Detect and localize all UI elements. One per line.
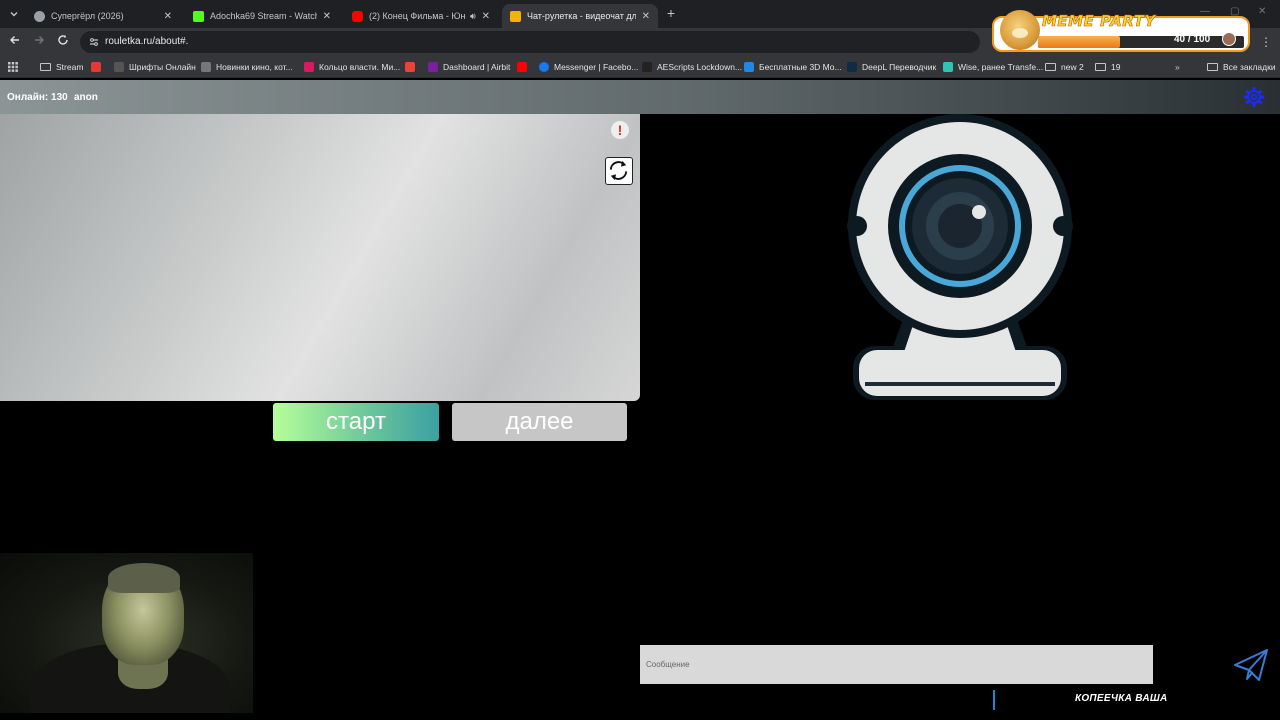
bookmark-folder-new2[interactable]: new 2 xyxy=(1045,60,1084,74)
folder-icon xyxy=(1045,63,1056,71)
bookmark-aescripts[interactable]: AEScripts Lockdown... xyxy=(642,60,742,74)
fonts-site-icon xyxy=(114,62,124,72)
bookmark-deepl[interactable]: DeepL Переводчик xyxy=(847,60,936,74)
meme-progress-fill xyxy=(1038,36,1120,48)
3d-site-icon xyxy=(744,62,754,72)
movies-site-icon xyxy=(201,62,211,72)
youtube-icon xyxy=(517,62,527,72)
bookmark-movies[interactable]: Новинки кино, кот... xyxy=(201,60,293,74)
donation-text: КОПЕЕЧКА ВАША xyxy=(1075,693,1168,704)
close-tab-icon[interactable]: ✕ xyxy=(482,11,490,22)
chat-roulette-icon xyxy=(510,10,521,22)
close-tab-icon[interactable]: ✕ xyxy=(164,11,172,22)
tab-search-chevron-icon[interactable] xyxy=(4,4,24,24)
kick-icon xyxy=(193,10,204,22)
person-hair xyxy=(108,563,180,593)
start-button[interactable]: старт xyxy=(273,403,439,441)
browser-tab-1[interactable]: Супергёрл (2026) ✕ xyxy=(26,4,180,28)
all-bookmarks[interactable]: Все закладки xyxy=(1207,60,1276,74)
close-window-icon[interactable]: ✕ xyxy=(1258,6,1266,17)
webcam-icon xyxy=(847,114,1073,400)
gmail-icon xyxy=(405,62,415,72)
airbit-icon xyxy=(428,62,438,72)
bookmark-gmail[interactable] xyxy=(405,60,420,74)
bookmarks-overflow-icon[interactable]: » xyxy=(1175,60,1180,74)
bookmark-live[interactable] xyxy=(91,60,106,74)
bookmark-airbit[interactable]: Dashboard | Airbit xyxy=(428,60,510,74)
browser-tab-2[interactable]: Adochka69 Stream - Watch Live ✕ xyxy=(185,4,339,28)
folder-icon xyxy=(40,63,51,71)
speaker-icon[interactable]: 🔊︎ xyxy=(470,11,476,22)
browser-tab-4-active[interactable]: Чат-рулетка - видеочат для сл ✕ xyxy=(502,4,658,28)
bookmarks-bar: Stream Шрифты Онлайн Новинки кино, кот..… xyxy=(0,56,1280,78)
meme-party-widget: MEME PARTY 40 / 100 xyxy=(992,10,1250,52)
send-icon[interactable] xyxy=(1233,648,1269,682)
switch-camera-button[interactable] xyxy=(605,157,633,185)
bookmark-folder-19[interactable]: 19 xyxy=(1095,60,1120,74)
folder-icon xyxy=(1207,63,1218,71)
new-tab-icon[interactable]: + xyxy=(664,5,678,21)
address-bar[interactable]: rouletka.ru/about#. xyxy=(80,31,980,53)
stream-marker xyxy=(993,690,995,710)
gear-icon[interactable] xyxy=(1243,86,1265,108)
bookmark-messenger[interactable]: Messenger | Facebo... xyxy=(539,60,638,74)
reload-icon[interactable] xyxy=(55,34,71,50)
self-video-panel xyxy=(0,553,253,713)
bookmark-fonts[interactable]: Шрифты Онлайн xyxy=(114,60,196,74)
youtube-icon xyxy=(352,10,363,22)
bookmark-wise[interactable]: Wise, ранее Transfe... xyxy=(943,60,1043,74)
bookmark-3d-models[interactable]: Бесплатные 3D Mo... xyxy=(744,60,842,74)
bookmark-rings-of-power[interactable]: Кольцо власти. Ми... xyxy=(304,60,400,74)
aescripts-icon xyxy=(642,62,652,72)
bookmark-youtube[interactable] xyxy=(517,60,532,74)
browser-menu-icon[interactable]: ⋮ xyxy=(1260,34,1272,50)
bookmark-folder-stream[interactable]: Stream xyxy=(40,60,83,74)
roulette-header: Онлайн: 130 anon xyxy=(0,80,1280,114)
avatar xyxy=(1222,32,1236,46)
remote-video-panel: ! xyxy=(0,114,640,401)
deepl-icon xyxy=(847,62,857,72)
globe-icon xyxy=(34,10,45,22)
forward-icon[interactable] xyxy=(31,34,47,50)
chat-message-input[interactable] xyxy=(640,645,1153,684)
next-button[interactable]: далее xyxy=(452,403,627,441)
live-icon xyxy=(91,62,101,72)
url-text: rouletka.ru/about#. xyxy=(105,36,189,47)
folder-icon xyxy=(1095,63,1106,71)
online-count: Онлайн: 130 xyxy=(7,92,68,103)
apps-grid-icon[interactable] xyxy=(8,60,18,74)
meme-score: 40 / 100 xyxy=(1174,34,1211,45)
browser-tab-3[interactable]: (2) Конец Фильма - Юност 🔊︎ ✕ xyxy=(344,4,498,28)
close-tab-icon[interactable]: ✕ xyxy=(642,11,650,22)
wise-icon xyxy=(943,62,953,72)
report-button[interactable]: ! xyxy=(611,121,629,139)
facebook-icon xyxy=(539,62,549,72)
r-site-icon xyxy=(304,62,314,72)
back-icon[interactable] xyxy=(7,34,23,50)
username: anon xyxy=(74,92,98,103)
close-tab-icon[interactable]: ✕ xyxy=(323,11,331,22)
refresh-arrows-icon xyxy=(609,160,628,181)
meme-party-title: MEME PARTY xyxy=(1042,12,1156,31)
site-info-icon[interactable] xyxy=(88,36,100,48)
doge-icon xyxy=(1000,10,1040,50)
